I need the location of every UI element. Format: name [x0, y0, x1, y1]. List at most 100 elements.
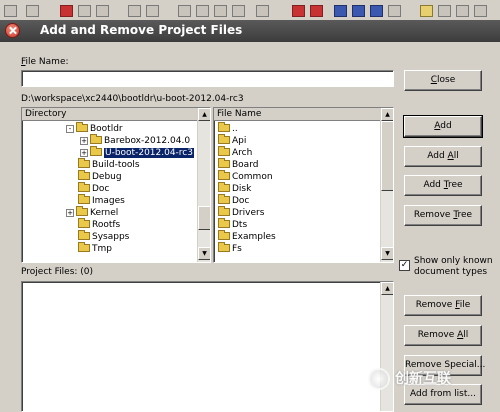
show-only-known-label-2: document types [414, 267, 488, 277]
collapse-icon[interactable]: - [66, 125, 74, 133]
copy-icon[interactable] [78, 5, 91, 17]
file-list-item-label: Fs [232, 244, 242, 254]
xy-icon[interactable] [256, 5, 269, 17]
directory-item-label: Kernel [90, 208, 119, 218]
watermark-text: 创新互联 [395, 371, 451, 387]
directory-item-label: Debug [92, 172, 122, 182]
folder-icon [78, 182, 90, 192]
bookmark-icon[interactable] [292, 5, 305, 17]
forward-arrow-icon[interactable] [352, 5, 365, 17]
search-files-icon[interactable] [232, 5, 245, 17]
directory-item[interactable]: Debug [66, 170, 122, 183]
file-name-header: File Name [214, 108, 381, 121]
file-list-item[interactable]: Fs [218, 242, 242, 255]
file-list-item[interactable]: Examples [218, 230, 276, 243]
scroll-up-icon[interactable]: ▲ [381, 108, 393, 121]
expand-icon[interactable]: + [80, 137, 88, 145]
find-next-icon[interactable] [196, 5, 209, 17]
add-remove-files-dialog: File Name: D:\workspace\xc2440\bootldr\u… [7, 42, 500, 412]
file-list-item-label: Doc [232, 196, 250, 206]
remove-file-button[interactable]: Remove File [404, 295, 482, 316]
cut-icon[interactable] [60, 5, 73, 17]
close-button[interactable]: Close [404, 70, 482, 91]
file-list-item-label: Arch [232, 148, 253, 158]
file-name-input[interactable] [21, 70, 394, 87]
directory-item-label: Tmp [92, 244, 112, 254]
bookmark-next-icon[interactable] [310, 5, 323, 17]
directory-item[interactable]: Doc [66, 182, 109, 195]
folder-icon [76, 122, 88, 132]
expand-icon[interactable]: + [80, 149, 88, 157]
directory-header: Directory [22, 108, 198, 121]
redo-icon[interactable] [146, 5, 159, 17]
file-list-item-label: Board [232, 160, 259, 170]
folder-icon [218, 146, 230, 156]
expand-icon[interactable]: + [66, 209, 74, 217]
folder-icon [218, 170, 230, 180]
find-icon[interactable] [178, 5, 191, 17]
file-list-item-label: Api [232, 136, 247, 146]
folder-icon [78, 230, 90, 240]
project-files-list[interactable]: ▲ [21, 281, 394, 412]
folder-icon [218, 122, 230, 132]
symbol-icon[interactable] [456, 5, 469, 17]
current-path: D:\workspace\xc2440\bootldr\u-boot-2012.… [21, 94, 244, 104]
file-list-item-label: Dts [232, 220, 248, 230]
scroll-down-icon[interactable]: ▼ [381, 247, 393, 260]
directory-item[interactable]: Images [66, 194, 125, 207]
directory-tree[interactable]: Directory - Bootldr + Barebox-2012.04.0 + U-b… [21, 107, 211, 263]
directory-item[interactable]: + Kernel [66, 206, 119, 219]
directory-item-label: Build-tools [92, 160, 140, 170]
directory-item[interactable]: Tmp [66, 242, 112, 255]
scroll-up-icon[interactable]: ▲ [198, 108, 210, 121]
folder-icon [218, 230, 230, 240]
directory-scrollbar[interactable]: ▲ ▼ [197, 108, 210, 262]
toolbar-icon[interactable] [4, 5, 17, 17]
folder-icon [78, 170, 90, 180]
print-icon[interactable] [26, 5, 39, 17]
project-files-scrollbar[interactable]: ▲ [380, 282, 393, 411]
file-list-item-label: Drivers [232, 208, 265, 218]
file-list-item[interactable]: Common [218, 170, 273, 183]
window-icon[interactable] [388, 5, 401, 17]
folder-icon [218, 206, 230, 216]
close-icon[interactable] [5, 23, 20, 38]
show-only-known-checkbox[interactable]: ✓ [399, 260, 410, 271]
folder-icon [76, 206, 88, 216]
scroll-thumb[interactable] [381, 121, 393, 191]
file-list-item-label: Common [232, 172, 273, 182]
directory-item[interactable]: Rootfs [66, 218, 121, 231]
remove-tree-button[interactable]: Remove Tree [404, 205, 482, 226]
add-tree-button[interactable]: Add Tree [404, 175, 482, 196]
directory-item[interactable]: + U-boot-2012.04-rc3 [80, 146, 195, 159]
directory-item-label: Sysapps [92, 232, 130, 242]
scroll-thumb[interactable] [198, 206, 210, 230]
project-files-label: Project Files: (0) [21, 267, 94, 277]
dialog-titlebar: Add and Remove Project Files [0, 20, 500, 42]
doc-icon[interactable] [438, 5, 451, 17]
directory-item[interactable]: Sysapps [66, 230, 130, 243]
folder-icon [78, 242, 90, 252]
undo-icon[interactable] [128, 5, 141, 17]
directory-item-label: Rootfs [92, 220, 121, 230]
folder-icon [78, 218, 90, 228]
directory-item-label: U-boot-2012.04-rc3 [103, 147, 195, 159]
add-button[interactable]: Add [403, 115, 483, 138]
folder-icon [218, 194, 230, 204]
find-prev-icon[interactable] [214, 5, 227, 17]
up-arrow-icon[interactable] [370, 5, 383, 17]
file-list-scrollbar[interactable]: ▲ ▼ [380, 108, 393, 262]
book-icon[interactable] [420, 5, 433, 17]
scroll-down-icon[interactable]: ▼ [198, 247, 210, 260]
folder-icon [78, 194, 90, 204]
file-name-label: File Name: [21, 57, 69, 67]
remove-all-button[interactable]: Remove All [404, 325, 482, 346]
folder-icon [218, 218, 230, 228]
help-icon[interactable] [474, 5, 487, 17]
file-list[interactable]: File Name .. Api Arch Board Common Disk Doc Dri… [213, 107, 394, 263]
add-all-button[interactable]: Add All [404, 146, 482, 167]
scroll-up-icon[interactable]: ▲ [381, 282, 393, 295]
show-only-known-label: Show only known [414, 256, 493, 266]
back-arrow-icon[interactable] [334, 5, 347, 17]
paste-icon[interactable] [96, 5, 109, 17]
